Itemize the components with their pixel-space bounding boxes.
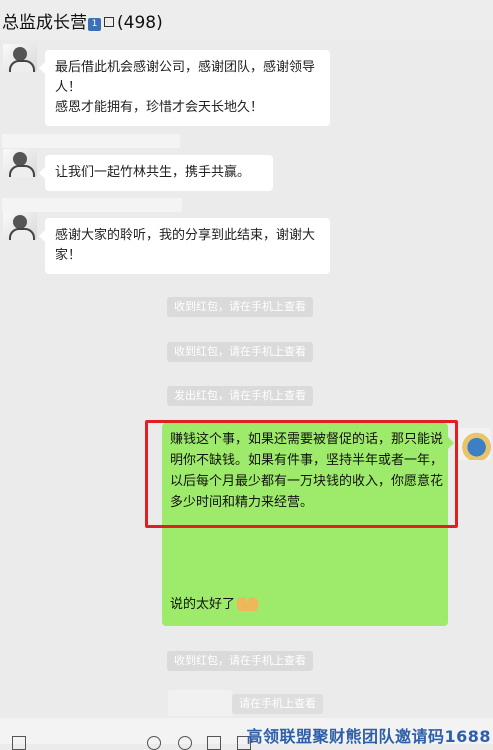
self-reply-text: 说的太好了 (170, 597, 236, 612)
zoom-in-icon[interactable] (147, 736, 161, 750)
square-icon (104, 17, 114, 27)
blurred-overlay (168, 690, 232, 716)
message-bubble: 让我们一起竹林共生，携手共赢。 (39, 155, 273, 191)
self-reply-line: 说的太好了 (170, 593, 262, 612)
system-notice: 请在手机上查看 (232, 694, 323, 714)
avatar[interactable] (3, 149, 37, 177)
message-bubble: 最后借此机会感谢公司，感谢团队，感谢领导人！ 感恩才能拥有，珍惜才会天长地久！ (39, 50, 330, 126)
number-badge-icon: 1 (88, 18, 101, 31)
highlight-box (145, 420, 458, 528)
system-notice: 收到红包，请在手机上查看 (167, 342, 313, 362)
system-notice: 收到红包，请在手机上查看 (167, 651, 313, 671)
chat-header: 总监成长营 1 (498) (0, 0, 493, 40)
self-avatar[interactable] (459, 428, 491, 460)
avatar[interactable] (3, 44, 37, 72)
message-bubble: 感谢大家的聆听，我的分享到此结束，谢谢大家！ (39, 218, 330, 274)
avatar[interactable] (3, 212, 37, 240)
watermark: 高领联盟聚财熊团队邀请码1688 (246, 727, 491, 746)
emoji-icon[interactable] (12, 736, 26, 750)
member-count: (498) (117, 13, 163, 33)
praying-hands-icon (233, 595, 262, 611)
chat-title[interactable]: 总监成长营 1 (498) (2, 8, 163, 33)
group-name: 总监成长营 (2, 13, 87, 33)
zoom-out-icon[interactable] (178, 736, 192, 750)
blurred-sender-name (2, 198, 182, 212)
blurred-sender-name (2, 134, 180, 148)
system-notice: 发出红包，请在手机上查看 (167, 386, 313, 406)
system-notice: 收到红包，请在手机上查看 (167, 297, 313, 317)
screenshot-icon[interactable] (207, 736, 221, 750)
